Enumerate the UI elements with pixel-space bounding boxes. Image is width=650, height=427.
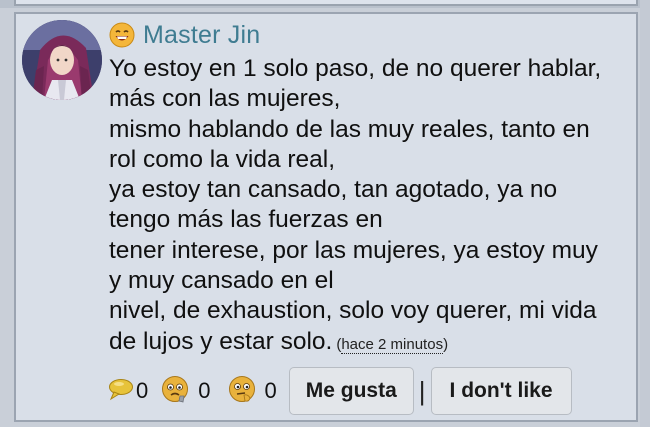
previous-card-edge <box>0 0 650 8</box>
time-close-paren: ) <box>443 335 449 353</box>
comment-line: nivel, de exhaustion, solo voy querer, m… <box>109 297 597 325</box>
like-button[interactable]: Me gusta <box>288 367 414 415</box>
comment-line: mismo hablando de las muy reales, tanto … <box>109 115 590 143</box>
thinking-face-icon <box>227 374 257 409</box>
reaction-count: 0 <box>198 378 211 403</box>
comment-line: tener interese, por las mujeres, ya esto… <box>109 236 598 264</box>
reaction-count: 0 <box>136 378 149 403</box>
anime-character-avatar-icon <box>22 20 102 100</box>
author-name[interactable]: Master Jin <box>143 21 260 50</box>
reaction-comment[interactable]: 0 <box>108 377 148 406</box>
timestamp-link[interactable]: hace 2 minutos <box>341 335 444 354</box>
previous-card-border <box>14 0 638 6</box>
comment-line: más con las mujeres, <box>109 85 341 113</box>
comment-last-line: de lujos y estar solo. (hace 2 minutos) <box>109 327 637 360</box>
comment-line: tengo más las fuerzas en <box>109 206 383 234</box>
action-separator: | <box>418 375 426 406</box>
comment-body: Yo estoy en 1 solo paso, de no querer ha… <box>109 54 637 360</box>
speech-bubble-icon <box>108 377 134 406</box>
worried-face-icon <box>160 374 190 409</box>
comment-line: ya estoy tan cansado, tan agotado, ya no <box>109 176 558 204</box>
reaction-thinking[interactable]: 0 <box>227 374 277 409</box>
dislike-button[interactable]: I don't like <box>430 367 572 415</box>
comment-line: Yo estoy en 1 solo paso, de no querer ha… <box>109 55 602 82</box>
comment-line: y muy cansado en el <box>109 267 334 295</box>
reaction-worried[interactable]: 0 <box>160 374 211 409</box>
comment-card: Master Jin Yo estoy en 1 solo paso, de n… <box>14 12 638 422</box>
comment-line: rol como la vida real, <box>109 145 336 173</box>
comment-time: (hace 2 minutos) <box>336 335 449 354</box>
author-row: Master Jin <box>109 20 260 50</box>
grinning-emoji-icon <box>109 22 135 48</box>
reaction-bar: 0 0 0 Me gusta | I don't like <box>108 366 572 416</box>
avatar[interactable] <box>22 20 102 100</box>
reaction-count: 0 <box>264 378 277 403</box>
page-right-margin <box>640 0 650 427</box>
comment-line: de lujos y estar solo. <box>109 327 333 355</box>
